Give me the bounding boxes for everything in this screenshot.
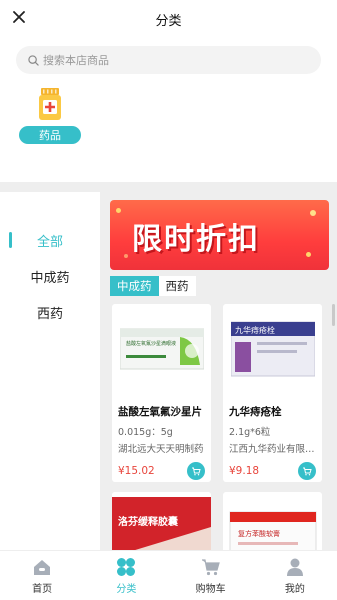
- bottom-tab-bar: 首页 分类 购物车 我的: [0, 550, 337, 600]
- svg-text:九华痔疮栓: 九华痔疮栓: [235, 325, 275, 335]
- tabbar-cart[interactable]: 购物车: [169, 551, 253, 600]
- cart-icon: [192, 467, 201, 476]
- product-card[interactable]: 盐酸左氧氟沙星滴眼液 盐酸左氧氟沙星片 0.015g：5g 湖北远大天天明制药 …: [112, 304, 211, 482]
- product-spec: 2.1g*6粒: [229, 427, 271, 438]
- product-price: ¥15.02: [118, 465, 155, 477]
- home-icon: [32, 557, 52, 577]
- banner-decoration: [310, 210, 316, 216]
- banner-decoration: [124, 254, 128, 258]
- product-spec: 0.015g：5g: [118, 427, 173, 438]
- tab-western-medicine[interactable]: 西药: [158, 276, 196, 296]
- tabbar-profile-label: 我的: [284, 583, 305, 595]
- medicine-bottle-icon: [38, 88, 62, 120]
- banner-decoration: [306, 252, 311, 257]
- scrollbar[interactable]: [332, 304, 335, 326]
- category-medicine-label: 药品: [19, 126, 81, 144]
- cart-icon: [303, 467, 312, 476]
- sidebar-item-all[interactable]: 全部: [0, 222, 100, 258]
- product-name: 盐酸左氧氟沙星片: [118, 406, 202, 418]
- product-maker: 江西九华药业有限公司: [229, 444, 316, 455]
- tabbar-profile[interactable]: 我的: [253, 551, 337, 600]
- product-card[interactable]: 九华痔疮栓 九华痔疮栓 2.1g*6粒 江西九华药业有限公司 ¥9.18: [223, 304, 322, 482]
- product-price: ¥9.18: [229, 465, 260, 477]
- add-to-cart-button[interactable]: [187, 462, 205, 480]
- product-image: 九华痔疮栓: [223, 304, 322, 394]
- banner-title: 限时折扣: [132, 222, 260, 257]
- user-icon: [285, 557, 305, 577]
- tabbar-category-label: 分类: [116, 583, 137, 595]
- banner-decoration: [116, 208, 121, 213]
- discount-banner[interactable]: 限时折扣: [110, 200, 329, 270]
- product-maker: 湖北远大天天明制药: [118, 444, 204, 455]
- tabbar-cart-label: 购物车: [195, 583, 226, 595]
- subcategory-tabs: 中成药 西药: [110, 276, 196, 296]
- cart-icon: [201, 557, 221, 577]
- tabbar-home[interactable]: 首页: [0, 551, 84, 600]
- add-to-cart-button[interactable]: [298, 462, 316, 480]
- product-image: 盐酸左氧氟沙星滴眼液: [112, 304, 211, 394]
- search-bar[interactable]: [16, 46, 321, 74]
- price-row: ¥9.18: [229, 461, 316, 481]
- section-divider: [0, 182, 337, 192]
- category-icon: [116, 557, 136, 577]
- product-panel: 限时折扣 中成药 西药 盐酸左氧氟沙星滴眼液 盐酸左氧氟沙星片 0.015g：5…: [100, 192, 337, 586]
- sidebar: 全部 中成药 西药: [0, 192, 100, 586]
- header-bar: 分类: [0, 0, 337, 38]
- svg-text:洛芬缓释胶囊: 洛芬缓释胶囊: [118, 515, 179, 528]
- sidebar-item-chinese-medicine[interactable]: 中成药: [0, 258, 100, 294]
- search-icon: [28, 51, 39, 70]
- main-area: 全部 中成药 西药 限时折扣 中成药 西药 盐酸左氧氟沙星滴眼液 盐酸左氧氟沙星…: [0, 192, 337, 586]
- search-input[interactable]: [43, 53, 243, 67]
- tabbar-category[interactable]: 分类: [84, 551, 168, 600]
- sidebar-item-western-medicine[interactable]: 西药: [0, 294, 100, 330]
- close-icon[interactable]: [10, 8, 28, 26]
- top-category-row: 药品: [0, 74, 337, 182]
- category-medicine[interactable]: 药品: [18, 88, 82, 144]
- tab-chinese-medicine[interactable]: 中成药: [110, 276, 159, 296]
- page-title: 分类: [155, 13, 182, 29]
- tabbar-home-label: 首页: [32, 583, 53, 595]
- price-row: ¥15.02: [118, 461, 205, 481]
- svg-text:复方苯酸软膏: 复方苯酸软膏: [238, 529, 280, 538]
- svg-text:盐酸左氧氟沙星滴眼液: 盐酸左氧氟沙星滴眼液: [126, 340, 176, 347]
- product-name: 九华痔疮栓: [229, 406, 282, 418]
